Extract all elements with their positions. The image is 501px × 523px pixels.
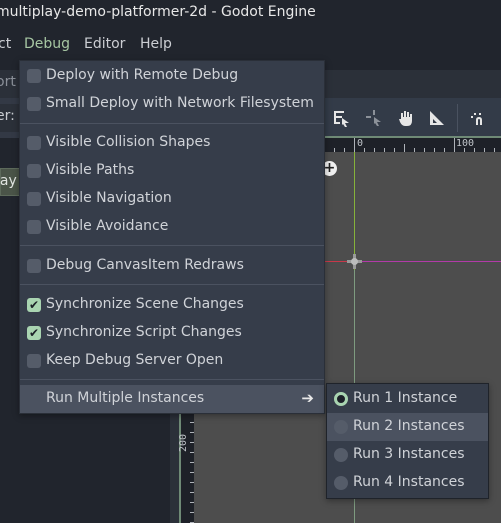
- checkbox-icon: [27, 97, 41, 111]
- menu-item-run-3-instances[interactable]: Run 3 Instances: [327, 441, 488, 469]
- menu-item-label: Debug CanvasItem Redraws: [46, 257, 244, 273]
- menu-item-visible-navigation[interactable]: Visible Navigation: [20, 185, 324, 213]
- menu-bar: ct Debug Editor Help: [0, 30, 501, 60]
- ruler-label-100: 100: [456, 138, 475, 149]
- ruler-icon[interactable]: [427, 108, 447, 128]
- x-axis-line-positive: [354, 261, 501, 262]
- menu-item-label: Synchronize Script Changes: [46, 324, 242, 340]
- radio-selected-icon: [334, 392, 348, 406]
- ruler-tick: [454, 138, 455, 152]
- menu-debug[interactable]: Debug: [24, 36, 70, 52]
- menu-item-visible-paths[interactable]: Visible Paths: [20, 157, 324, 185]
- ruler-tick: [404, 144, 405, 152]
- menu-item-deploy-remote-debug[interactable]: Deploy with Remote Debug: [20, 62, 324, 90]
- checkbox-icon: [27, 136, 41, 150]
- toolbar-separator: [457, 104, 458, 132]
- menu-item-visible-avoidance[interactable]: Visible Avoidance: [20, 213, 324, 241]
- filter-label: er:: [0, 108, 15, 124]
- checkbox-checked-icon: ✔: [27, 326, 41, 340]
- window-title: multiplay-demo-platformer-2d - Godot Eng…: [0, 4, 316, 20]
- checkbox-icon: [27, 69, 41, 83]
- radio-icon: [334, 448, 348, 462]
- list-select-icon[interactable]: [331, 108, 351, 128]
- menu-item-label: Visible Avoidance: [46, 218, 169, 234]
- menu-item-sync-scene-changes[interactable]: ✔ Synchronize Scene Changes: [20, 291, 324, 319]
- menu-separator: [20, 245, 324, 246]
- pan-hand-icon[interactable]: [396, 108, 416, 128]
- menu-item-label: Visible Paths: [46, 162, 135, 178]
- run-instances-submenu: Run 1 Instance Run 2 Instances Run 3 Ins…: [326, 383, 489, 499]
- menu-project[interactable]: ct: [0, 36, 11, 52]
- ruler-tick: [354, 138, 355, 152]
- menu-item-run-multiple-instances[interactable]: Run Multiple Instances ➔: [20, 385, 324, 413]
- menu-item-keep-debug-server-open[interactable]: Keep Debug Server Open: [20, 347, 324, 375]
- menu-item-label: Run Multiple Instances: [46, 390, 205, 406]
- menu-separator: [20, 284, 324, 285]
- menu-item-debug-canvasitem-redraws[interactable]: Debug CanvasItem Redraws: [20, 252, 324, 280]
- checkbox-icon: [27, 220, 41, 234]
- submenu-arrow-icon: ➔: [301, 389, 314, 407]
- menu-item-label: Run 2 Instances: [353, 418, 465, 434]
- menu-item-label: Run 4 Instances: [353, 474, 465, 490]
- checkbox-icon: [27, 259, 41, 273]
- menu-item-run-1-instance[interactable]: Run 1 Instance: [327, 385, 488, 413]
- menu-item-run-2-instances[interactable]: Run 2 Instances: [327, 413, 488, 441]
- debug-menu: Deploy with Remote Debug Small Deploy wi…: [19, 60, 325, 414]
- checkbox-icon: [27, 354, 41, 368]
- menu-item-visible-collision-shapes[interactable]: Visible Collision Shapes: [20, 129, 324, 157]
- window-titlebar: multiplay-demo-platformer-2d - Godot Eng…: [0, 0, 501, 28]
- menu-item-label: Deploy with Remote Debug: [46, 67, 239, 83]
- menu-item-sync-script-changes[interactable]: ✔ Synchronize Script Changes: [20, 319, 324, 347]
- ruler-guide-line: [179, 400, 181, 523]
- checkbox-icon: [27, 192, 41, 206]
- menu-help[interactable]: Help: [140, 36, 172, 52]
- menu-item-label: Small Deploy with Network Filesystem: [46, 95, 314, 111]
- origin-handle[interactable]: [347, 254, 362, 269]
- dock-tab-label: ort: [0, 74, 16, 90]
- menu-separator: [20, 123, 324, 124]
- menu-item-label: Keep Debug Server Open: [46, 352, 224, 368]
- checkbox-checked-icon: ✔: [27, 298, 41, 312]
- radio-icon: [334, 476, 348, 490]
- menu-separator: [20, 379, 324, 380]
- radio-icon: [334, 420, 348, 434]
- menu-item-label: Synchronize Scene Changes: [46, 296, 244, 312]
- checkbox-icon: [27, 164, 41, 178]
- menu-item-small-deploy[interactable]: Small Deploy with Network Filesystem: [20, 90, 324, 118]
- menu-item-label: Run 1 Instance: [353, 390, 458, 406]
- menu-editor[interactable]: Editor: [84, 36, 125, 52]
- pivot-icon[interactable]: [364, 108, 384, 128]
- scene-tree-item-label: lay: [0, 173, 17, 189]
- snap-icon[interactable]: [468, 108, 488, 128]
- ruler-label-0: 0: [357, 138, 364, 149]
- menu-item-label: Visible Navigation: [46, 190, 172, 206]
- menu-item-label: Run 3 Instances: [353, 446, 465, 462]
- menu-item-run-4-instances[interactable]: Run 4 Instances: [327, 469, 488, 497]
- ruler-label-200: 200: [178, 433, 189, 452]
- menu-item-label: Visible Collision Shapes: [46, 134, 211, 150]
